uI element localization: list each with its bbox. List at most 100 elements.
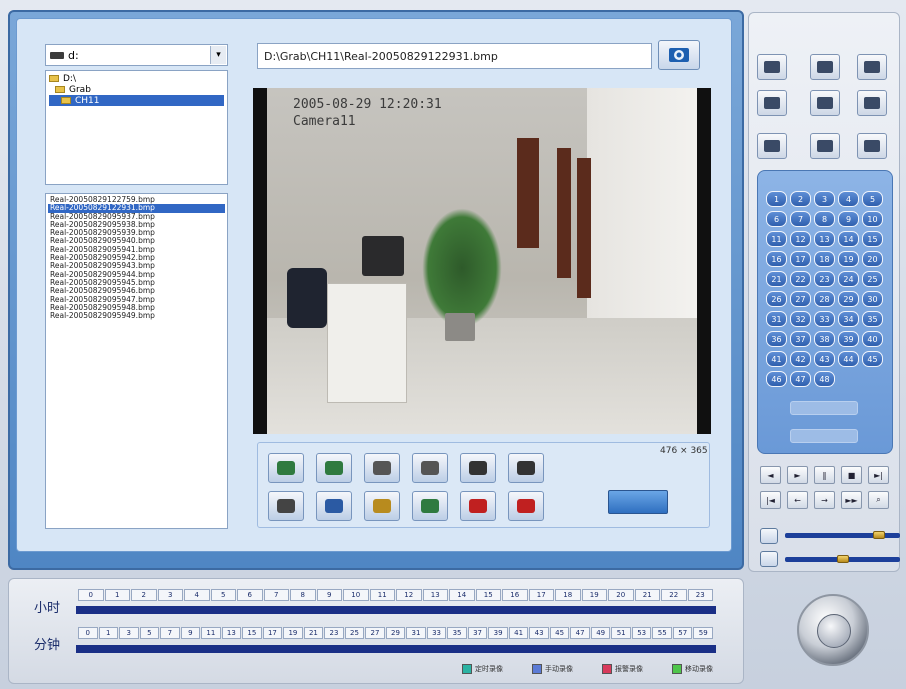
hour-tick[interactable]: 19 [581, 589, 607, 601]
hour-tick[interactable]: 16 [502, 589, 528, 601]
channel-button[interactable]: 10 [862, 211, 883, 227]
search-button[interactable]: ⌕ [868, 491, 889, 509]
channel-button[interactable]: 28 [814, 291, 835, 307]
brightness-up-button[interactable] [364, 453, 400, 483]
minute-tick[interactable]: 37 [467, 627, 488, 639]
confirm-button[interactable] [608, 490, 668, 514]
refresh-button[interactable] [658, 40, 700, 70]
minute-tick[interactable]: 9 [180, 627, 201, 639]
channel-button[interactable]: 39 [838, 331, 859, 347]
hour-tick[interactable]: 12 [396, 589, 422, 601]
channel-button[interactable]: 38 [814, 331, 835, 347]
minute-tick[interactable]: 51 [611, 627, 631, 639]
drive-select[interactable]: d: ▾ [45, 44, 228, 66]
channel-button[interactable]: 22 [790, 271, 811, 287]
channel-button[interactable]: 23 [814, 271, 835, 287]
hour-tick[interactable]: 10 [343, 589, 369, 601]
channel-button[interactable]: 26 [766, 291, 787, 307]
hour-tick[interactable]: 18 [555, 589, 581, 601]
channel-button[interactable]: 40 [862, 331, 883, 347]
channel-button[interactable]: 30 [862, 291, 883, 307]
channel-button[interactable]: 11 [766, 231, 787, 247]
folder-item[interactable]: D:\ [49, 73, 224, 84]
delete-button[interactable] [460, 491, 496, 521]
hour-tick[interactable]: 9 [316, 589, 342, 601]
brightness-down-button[interactable] [412, 453, 448, 483]
minute-tick[interactable]: 13 [221, 627, 242, 639]
next-button[interactable]: ►| [868, 466, 889, 484]
record-button[interactable] [810, 90, 840, 116]
minute-tick[interactable]: 19 [283, 627, 303, 639]
hour-tick[interactable]: 11 [369, 589, 395, 601]
minute-tick[interactable]: 41 [508, 627, 529, 639]
monitor-button[interactable] [757, 90, 787, 116]
minute-tick[interactable]: 47 [570, 627, 590, 639]
minute-tick[interactable]: 33 [426, 627, 447, 639]
minute-tick[interactable]: 27 [365, 627, 385, 639]
channel-button[interactable]: 7 [790, 211, 811, 227]
minute-tick[interactable]: 39 [488, 627, 508, 639]
minute-tick[interactable]: 55 [652, 627, 672, 639]
channel-button[interactable]: 42 [790, 351, 811, 367]
channel-button[interactable]: 20 [862, 251, 883, 267]
hour-tick[interactable]: 15 [475, 589, 501, 601]
hour-tick[interactable]: 6 [237, 589, 263, 601]
network-button[interactable] [757, 133, 787, 159]
minute-tick[interactable]: 23 [324, 627, 344, 639]
hour-tick[interactable]: 1 [104, 589, 130, 601]
channel-button[interactable]: 13 [814, 231, 835, 247]
minute-tick[interactable]: 57 [672, 627, 693, 639]
storage-button[interactable] [810, 133, 840, 159]
minute-tick[interactable]: 35 [447, 627, 467, 639]
hour-tick[interactable]: 8 [290, 589, 316, 601]
minute-tick[interactable]: 53 [631, 627, 652, 639]
channel-button[interactable]: 14 [838, 231, 859, 247]
contrast-down-button[interactable] [508, 453, 544, 483]
hour-tick[interactable]: 22 [661, 589, 687, 601]
volume-slider-thumb[interactable] [872, 531, 885, 539]
print-button[interactable] [364, 491, 400, 521]
channel-button[interactable]: 21 [766, 271, 787, 287]
minute-tick[interactable]: 7 [160, 627, 180, 639]
channel-button[interactable]: 6 [766, 211, 787, 227]
channel-button[interactable]: 29 [838, 291, 859, 307]
minute-tick[interactable]: 29 [385, 627, 406, 639]
hour-tick[interactable]: 7 [263, 589, 289, 601]
hour-tick[interactable]: 21 [634, 589, 660, 601]
fast-forward-button[interactable]: ►► [841, 491, 862, 509]
channel-button[interactable]: 27 [790, 291, 811, 307]
stop-record-button[interactable] [857, 90, 887, 116]
channel-button[interactable]: 2 [790, 191, 811, 207]
chevron-down-icon[interactable]: ▾ [210, 46, 226, 64]
video-view[interactable]: 2005-08-29 12:20:31 Camera11 [253, 88, 711, 434]
channel-button[interactable]: 5 [862, 191, 883, 207]
channel-button[interactable]: 33 [814, 311, 835, 327]
channel-button[interactable]: 46 [766, 371, 787, 387]
channel-button[interactable]: 18 [814, 251, 835, 267]
file-item[interactable]: Real-20050829095949.bmp [48, 311, 225, 320]
camera-button[interactable] [757, 54, 787, 80]
minute-tick[interactable]: 3 [119, 627, 139, 639]
minute-tick[interactable]: 1 [98, 627, 119, 639]
zoom-out-button[interactable] [316, 453, 352, 483]
channel-button[interactable]: 48 [814, 371, 835, 387]
stop-button[interactable]: ■ [841, 466, 862, 484]
zoom-in-button[interactable] [268, 453, 304, 483]
hour-tick[interactable]: 14 [449, 589, 475, 601]
channel-button[interactable]: 31 [766, 311, 787, 327]
minute-tick[interactable]: 25 [344, 627, 365, 639]
minute-tick[interactable]: 43 [529, 627, 549, 639]
minute-tick[interactable]: 49 [590, 627, 611, 639]
step-back-button[interactable]: ← [787, 491, 808, 509]
channel-button[interactable]: 37 [790, 331, 811, 347]
channel-button[interactable]: 24 [838, 271, 859, 287]
minute-tick[interactable]: 21 [303, 627, 324, 639]
rewind-button[interactable]: |◄ [760, 491, 781, 509]
channel-button[interactable]: 15 [862, 231, 883, 247]
minute-timeline-bar[interactable] [76, 645, 716, 653]
rotate-button[interactable] [316, 491, 352, 521]
main-control-button[interactable] [797, 594, 869, 666]
search-button[interactable] [412, 491, 448, 521]
minute-tick[interactable]: 5 [139, 627, 160, 639]
channel-button[interactable]: 36 [766, 331, 787, 347]
